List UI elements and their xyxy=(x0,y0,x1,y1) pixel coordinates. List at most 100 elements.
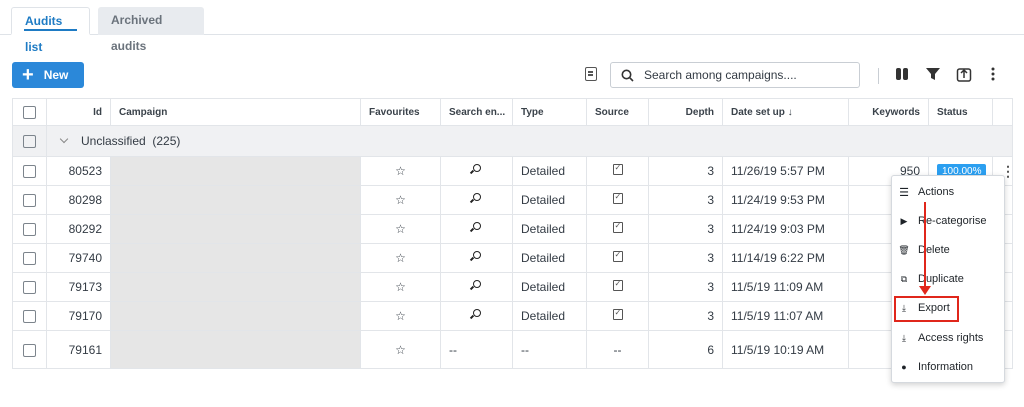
table-header-row: Id Campaign Favourites Search en... Type… xyxy=(12,98,1013,126)
source-cell xyxy=(586,272,649,302)
menu-item-recategorise[interactable]: ▶ Re-categorise xyxy=(892,207,1004,235)
row-date: 11/24/19 9:53 PM xyxy=(722,185,849,215)
columns-icon[interactable] xyxy=(894,66,910,82)
favourite-star-icon[interactable]: ☆ xyxy=(360,272,441,302)
row-id: 79740 xyxy=(46,243,111,273)
menu-item-delete[interactable]: 🗑 Delete xyxy=(892,236,1004,264)
table-row[interactable]: 79173 ☆ Detailed 3 11/5/19 11:09 AM 8 xyxy=(12,272,1013,302)
header-date-set-up[interactable]: Date set up ↓ xyxy=(722,98,849,126)
table-row[interactable]: 80292 ☆ Detailed 3 11/24/19 9:03 PM 8 xyxy=(12,214,1013,244)
group-checkbox[interactable] xyxy=(23,135,36,149)
search-engine-icon xyxy=(472,309,481,317)
row-context-menu: ☰ Actions ▶ Re-categorise 🗑 Delete ⧉ Duplica… xyxy=(891,175,1005,383)
row-depth: 3 xyxy=(648,156,723,186)
row-checkbox[interactable] xyxy=(23,194,36,208)
search-engine-cell xyxy=(440,301,513,331)
header-status[interactable]: Status xyxy=(928,98,993,126)
search-engine-cell xyxy=(440,243,513,273)
search-engine-cell xyxy=(440,214,513,244)
row-checkbox[interactable] xyxy=(23,223,36,237)
row-checkbox-cell xyxy=(12,185,47,215)
group-row-unclassified[interactable]: Unclassified (225) xyxy=(12,125,1013,157)
row-type: Detailed xyxy=(512,301,587,331)
favourite-star-icon[interactable]: ☆ xyxy=(360,330,441,369)
row-depth: 3 xyxy=(648,243,723,273)
header-source[interactable]: Source xyxy=(586,98,649,126)
row-checkbox[interactable] xyxy=(23,252,36,266)
more-vertical-icon[interactable] xyxy=(985,66,1001,82)
document-icon[interactable] xyxy=(585,67,597,81)
favourite-star-icon[interactable]: ☆ xyxy=(360,185,441,215)
favourite-star-icon[interactable]: ☆ xyxy=(360,243,441,273)
row-checkbox-cell xyxy=(12,330,47,369)
header-keywords[interactable]: Keywords xyxy=(848,98,929,126)
row-date: 11/14/19 6:22 PM xyxy=(722,243,849,273)
row-date: 11/24/19 9:03 PM xyxy=(722,214,849,244)
row-checkbox-cell xyxy=(12,272,47,302)
header-campaign[interactable]: Campaign xyxy=(110,98,361,126)
row-id: 80292 xyxy=(46,214,111,244)
header-search-engine[interactable]: Search en... xyxy=(440,98,513,126)
row-type: Detailed xyxy=(512,214,587,244)
row-checkbox[interactable] xyxy=(23,165,36,179)
search-engine-icon xyxy=(472,280,481,288)
row-campaign-redacted xyxy=(110,272,361,302)
header-id[interactable]: Id xyxy=(46,98,111,126)
row-date: 11/26/19 5:57 PM xyxy=(722,156,849,186)
row-date: 11/5/19 11:09 AM xyxy=(722,272,849,302)
select-all-checkbox[interactable] xyxy=(23,105,36,119)
header-type[interactable]: Type xyxy=(512,98,587,126)
table-row[interactable]: 79161 ☆ -- -- -- 6 11/5/19 10:19 AM xyxy=(12,330,1013,369)
row-id: 79170 xyxy=(46,301,111,331)
tab-bar: Audits list Archived audits xyxy=(0,0,1024,54)
favourite-star-icon[interactable]: ☆ xyxy=(360,214,441,244)
new-button[interactable]: + New xyxy=(12,62,84,88)
source-cell xyxy=(586,185,649,215)
table-row[interactable]: 80298 ☆ Detailed 3 11/24/19 9:53 PM 2,0 xyxy=(12,185,1013,215)
row-checkbox[interactable] xyxy=(23,281,36,295)
table-row[interactable]: 79740 ☆ Detailed 3 11/14/19 6:22 PM 4 xyxy=(12,243,1013,273)
source-cell xyxy=(586,301,649,331)
row-checkbox[interactable] xyxy=(23,310,36,324)
copy-icon: ⧉ xyxy=(900,273,908,284)
row-campaign-redacted xyxy=(110,156,361,186)
menu-item-access-rights[interactable]: ⤓ Access rights xyxy=(892,324,1004,352)
filter-icon[interactable] xyxy=(925,66,941,82)
table-row[interactable]: 79170 ☆ Detailed 3 11/5/19 11:07 AM 8 xyxy=(12,301,1013,331)
chevron-down-icon[interactable] xyxy=(59,134,69,144)
source-cell xyxy=(586,243,649,273)
group-header[interactable]: Unclassified (225) xyxy=(46,125,1013,157)
row-checkbox-cell xyxy=(12,243,47,273)
clipboard-icon xyxy=(612,279,623,291)
row-type: Detailed xyxy=(512,156,587,186)
menu-item-information[interactable]: ● Information xyxy=(892,353,1004,381)
header-depth[interactable]: Depth xyxy=(648,98,723,126)
row-type: -- xyxy=(512,330,587,369)
table-row[interactable]: 80523 ☆ Detailed 3 11/26/19 5:57 PM 950 … xyxy=(12,156,1013,186)
export-highlight-box xyxy=(894,296,959,322)
header-favourites[interactable]: Favourites xyxy=(360,98,441,126)
row-type: Detailed xyxy=(512,243,587,273)
new-button-label: New xyxy=(43,68,69,82)
search-input[interactable] xyxy=(644,68,844,82)
toolbar-divider xyxy=(878,68,879,84)
row-id: 80298 xyxy=(46,185,111,215)
favourite-star-icon[interactable]: ☆ xyxy=(360,301,441,331)
annotation-arrow xyxy=(924,202,926,288)
select-all-cell xyxy=(12,98,47,126)
favourite-star-icon[interactable]: ☆ xyxy=(360,156,441,186)
tab-audits-list[interactable]: Audits list xyxy=(11,7,90,54)
row-checkbox[interactable] xyxy=(23,343,36,357)
row-id: 80523 xyxy=(46,156,111,186)
menu-item-duplicate[interactable]: ⧉ Duplicate xyxy=(892,265,1004,293)
search-engine-icon xyxy=(472,164,481,172)
plus-icon: + xyxy=(22,64,34,86)
search-engine-icon xyxy=(472,193,481,201)
annotation-arrow-head xyxy=(919,286,931,295)
search-box[interactable] xyxy=(610,62,860,88)
row-depth: 3 xyxy=(648,214,723,244)
export-upload-icon[interactable] xyxy=(956,66,972,82)
group-count: (225) xyxy=(152,134,181,148)
tab-archived-audits[interactable]: Archived audits xyxy=(98,7,204,53)
row-checkbox-cell xyxy=(12,301,47,331)
